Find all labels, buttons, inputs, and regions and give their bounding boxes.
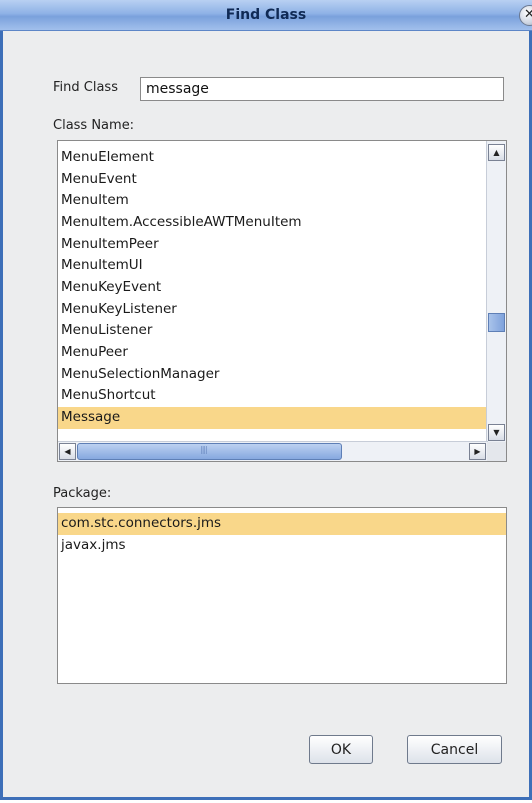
ok-button[interactable]: OK xyxy=(309,735,373,764)
scroll-up-icon[interactable]: ▲ xyxy=(488,144,505,161)
cancel-button[interactable]: Cancel xyxy=(407,735,502,764)
package-items: com.stc.connectors.jms javax.jms xyxy=(58,513,506,556)
find-class-label: Find Class xyxy=(53,80,118,95)
class-name-item[interactable]: MenuKeyEvent xyxy=(58,277,488,299)
class-name-item[interactable]: MenuKeyListener xyxy=(58,299,488,321)
find-class-input[interactable] xyxy=(140,77,504,101)
package-item[interactable]: javax.jms xyxy=(58,535,506,557)
scroll-corner xyxy=(487,442,506,461)
class-name-item[interactable]: MenuElement xyxy=(58,147,488,169)
scroll-left-icon[interactable]: ◀ xyxy=(59,443,76,460)
title-bar[interactable]: Find Class ✕ xyxy=(0,0,532,31)
thumb-grip-icon: |||| xyxy=(200,445,208,454)
class-name-items: MenuElement MenuEvent MenuItem MenuItem.Acc… xyxy=(58,147,488,429)
scroll-right-icon[interactable]: ▶ xyxy=(469,443,486,460)
class-name-item[interactable]: MenuShortcut xyxy=(58,385,488,407)
class-name-item[interactable]: MenuItem xyxy=(58,190,488,212)
class-name-item[interactable]: MenuItem.AccessibleAWTMenuItem xyxy=(58,212,488,234)
class-name-item[interactable]: MenuItemUI xyxy=(58,255,488,277)
horizontal-scroll-thumb[interactable]: |||| xyxy=(77,443,342,460)
package-list[interactable]: com.stc.connectors.jms javax.jms xyxy=(57,507,507,684)
class-name-item[interactable]: MenuListener xyxy=(58,320,488,342)
vertical-scrollbar[interactable]: ▲ ▼ xyxy=(486,141,506,442)
class-name-label: Class Name: xyxy=(53,118,135,133)
class-name-item[interactable]: MenuPeer xyxy=(58,342,488,364)
find-class-dialog: Find Class ✕ Find Class Class Name: Menu… xyxy=(0,0,532,800)
class-name-list[interactable]: MenuElement MenuEvent MenuItem MenuItem.Acc… xyxy=(57,140,507,462)
package-label: Package: xyxy=(53,486,112,501)
dialog-title: Find Class xyxy=(225,7,307,23)
class-name-item[interactable]: MenuEvent xyxy=(58,169,488,191)
scroll-down-icon[interactable]: ▼ xyxy=(488,424,505,441)
vertical-scroll-thumb[interactable] xyxy=(488,313,505,332)
horizontal-scrollbar[interactable]: ◀ |||| ▶ xyxy=(58,441,488,461)
class-name-item[interactable]: MenuSelectionManager xyxy=(58,364,488,386)
package-item[interactable]: com.stc.connectors.jms xyxy=(58,513,506,535)
class-name-item[interactable]: MenuItemPeer xyxy=(58,234,488,256)
class-name-item[interactable]: Message xyxy=(58,406,488,429)
